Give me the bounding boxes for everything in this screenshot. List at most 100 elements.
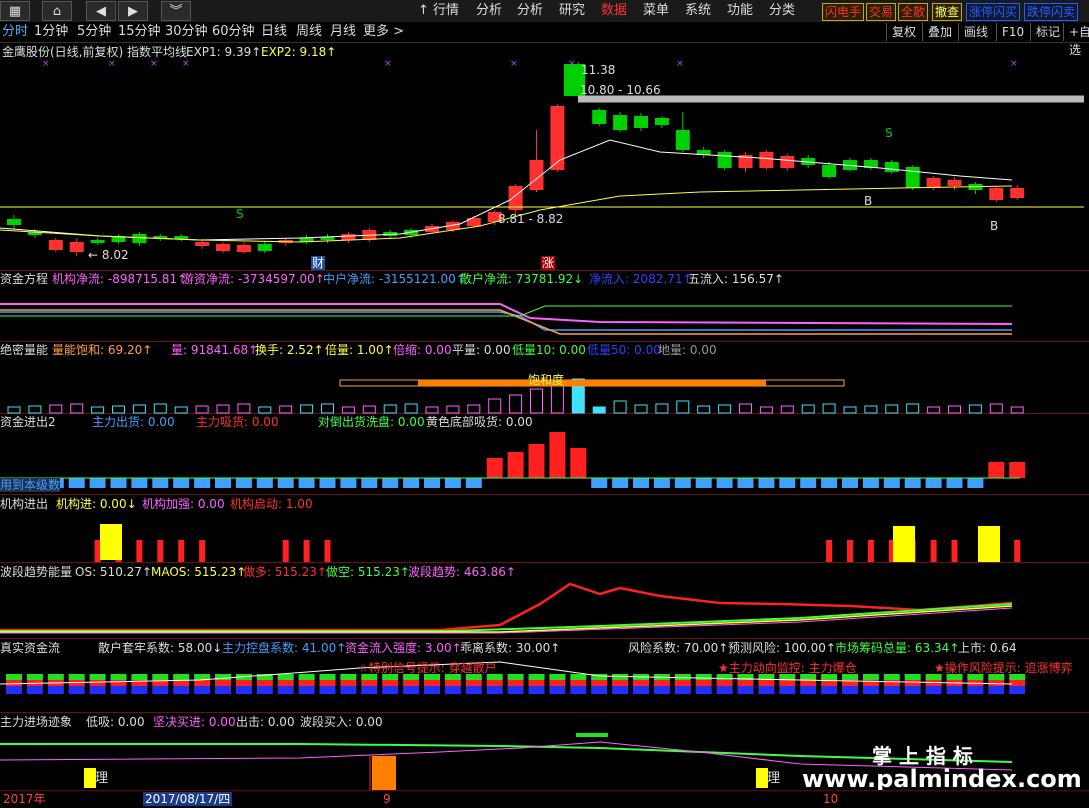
flow-bar xyxy=(528,444,545,478)
flow-bar xyxy=(570,448,587,478)
risk-bar xyxy=(361,686,378,694)
p6-note: ★操作风险提示: 追涨博弈 xyxy=(934,661,1073,675)
risk-bar xyxy=(1009,686,1026,694)
volume-bar xyxy=(843,406,857,414)
volume-bar xyxy=(216,404,230,414)
candle-body xyxy=(884,162,899,172)
candle-body xyxy=(822,165,837,177)
exp2-value: EXP2: 9.18↑ xyxy=(261,45,337,59)
risk-bar xyxy=(47,686,64,694)
risk-bar xyxy=(486,680,503,686)
risk-bar xyxy=(758,686,775,694)
risk-bar xyxy=(110,686,127,694)
kline-chart-canvas[interactable]: × × × × × × × × × xyxy=(0,0,1089,807)
p7-item: 坚决买进: 0.00 xyxy=(153,715,236,729)
p3-item: 对倒出货洗盘: 0.00 xyxy=(318,415,425,429)
inst-bar xyxy=(136,540,143,562)
top-marker: × xyxy=(42,59,50,69)
signal-b-2: B xyxy=(990,219,999,233)
top-marker: × xyxy=(108,59,116,69)
risk-bar xyxy=(883,680,900,686)
risk-bar xyxy=(68,686,85,694)
inst-bar xyxy=(199,540,206,562)
risk-bar xyxy=(591,680,608,686)
risk-bar xyxy=(89,680,106,686)
volume-bar xyxy=(739,403,752,414)
top-marker: × xyxy=(568,59,576,69)
risk-bar xyxy=(695,686,712,694)
high-price-label: 11.38 xyxy=(581,63,616,77)
flow-bar xyxy=(695,478,712,488)
signal-b-1: B xyxy=(864,194,873,208)
flow-bar xyxy=(110,478,127,488)
flow-bar xyxy=(89,478,106,488)
risk-bar xyxy=(946,686,963,694)
candle-body xyxy=(216,244,230,251)
p1-item: 五流入: 156.57↑ xyxy=(688,272,784,286)
risk-bar xyxy=(131,686,148,694)
flow-bar xyxy=(131,478,148,488)
risk-bar xyxy=(424,686,440,694)
risk-bar xyxy=(131,674,148,680)
p7-item: 出击: 0.00 xyxy=(236,715,295,729)
volume-bar xyxy=(801,404,815,414)
p7-item: 波段买入: 0.00 xyxy=(300,715,383,729)
flow-bar xyxy=(173,478,190,488)
candle-body xyxy=(1010,188,1025,198)
panel3-title: 资金进出2 xyxy=(0,415,56,429)
volume-bar xyxy=(697,405,711,414)
risk-bar xyxy=(904,686,921,694)
finance-badge[interactable]: 财 xyxy=(311,256,326,270)
volume-bar xyxy=(174,406,188,414)
volume-bar xyxy=(864,405,878,414)
risk-bar xyxy=(528,674,545,680)
p7-mark: 理 xyxy=(767,771,781,786)
p2-item: 平量: 0.00 xyxy=(452,343,511,357)
p5-item: OS: 510.27↑ xyxy=(75,565,152,579)
saturation-band-label: 饱和度 xyxy=(528,373,565,387)
candle-body xyxy=(195,242,210,246)
risk-bar xyxy=(570,674,587,680)
p4-item: 机构进: 0.00↓ xyxy=(56,497,137,511)
inst-bar xyxy=(157,540,164,562)
risk-bar xyxy=(549,680,566,686)
risk-bar xyxy=(800,680,817,686)
volume-bar xyxy=(7,406,21,414)
p6-item: 市场筹码总量: 63.34↑ xyxy=(835,641,960,655)
candle-body xyxy=(132,234,147,243)
risk-bar xyxy=(319,680,336,686)
panel2-title: 绝密量能 xyxy=(0,343,49,357)
inst-bar xyxy=(94,540,101,562)
risk-bar xyxy=(988,680,1005,686)
p5-item: 波段趋势: 463.86↑ xyxy=(408,565,516,579)
risk-bar xyxy=(883,686,900,694)
risk-bar xyxy=(528,680,545,686)
risk-bar xyxy=(570,686,587,694)
p2-item: 低量50: 0.00 xyxy=(587,343,661,357)
risk-bar xyxy=(444,680,461,686)
flow-bar xyxy=(1009,462,1026,478)
volume-bar xyxy=(425,406,439,414)
volume-bar xyxy=(404,403,418,414)
volume-bar xyxy=(341,406,355,414)
p6-note: ☆特别信号提示: 穿越散户 xyxy=(358,661,497,675)
p4-item: 机构加强: 0.00 xyxy=(142,497,225,511)
risk-bar xyxy=(235,686,252,694)
flow-bar xyxy=(507,452,524,478)
flow-bar xyxy=(821,478,838,488)
risk-bar xyxy=(256,680,273,686)
volume-bar xyxy=(948,405,961,414)
risk-bar xyxy=(319,686,336,694)
risk-bar xyxy=(26,674,43,680)
axis-cursor-date: 2017/08/17/四 xyxy=(143,792,233,806)
limit-up-badge[interactable]: 涨 xyxy=(541,256,556,270)
panel6-title: 真实资金流 xyxy=(0,641,61,655)
risk-bar xyxy=(235,680,252,686)
volume-bar xyxy=(300,404,314,414)
p1-item: 净流入: 2082.71↑ xyxy=(589,272,693,286)
risk-bar xyxy=(215,680,231,686)
flow-bar xyxy=(215,478,231,488)
risk-bar xyxy=(549,674,566,680)
exp1-value: EXP1: 9.39↑ xyxy=(186,45,262,59)
p1-item: 游资净流: -3734597.00↑ xyxy=(182,272,325,286)
